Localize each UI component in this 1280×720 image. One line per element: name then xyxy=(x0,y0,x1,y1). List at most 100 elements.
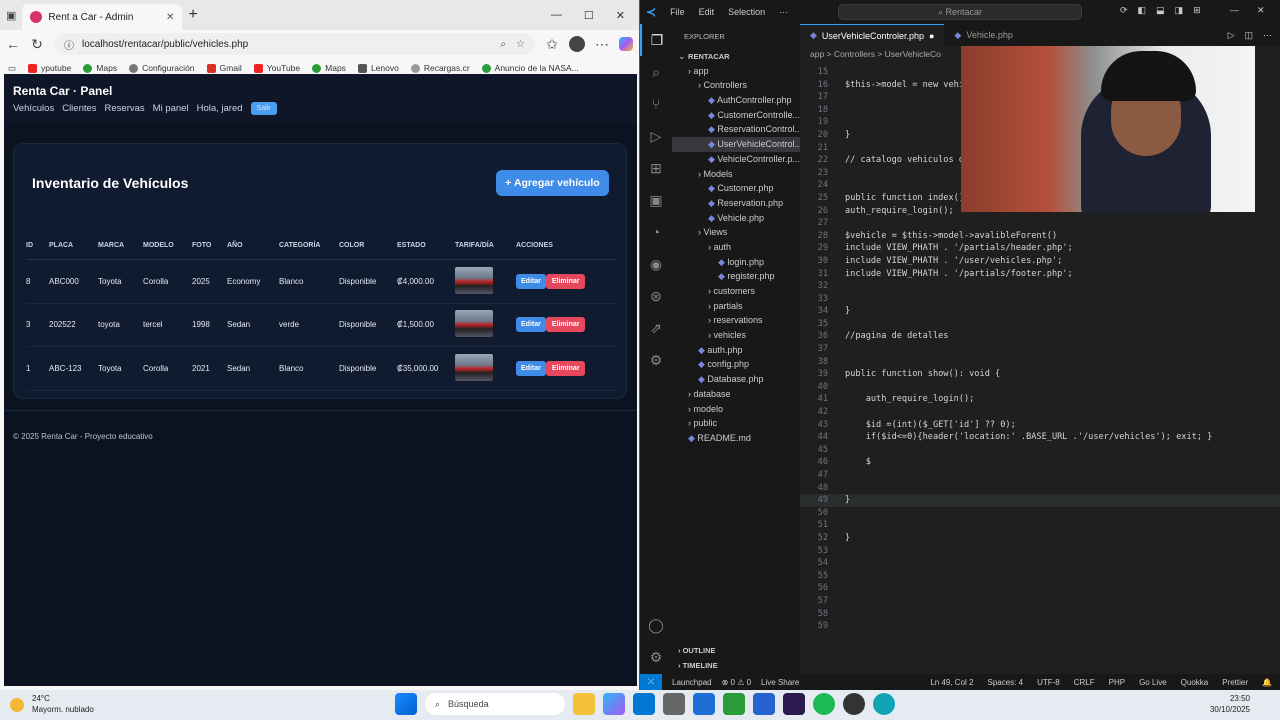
notifications-icon[interactable]: 🔔 xyxy=(1262,678,1272,687)
outline-section[interactable]: › OUTLINE xyxy=(672,644,800,659)
code-line[interactable]: 48 xyxy=(800,482,1280,495)
settings-gear-icon[interactable]: ⚙ xyxy=(640,641,672,673)
status-prettier[interactable]: Prettier xyxy=(1222,678,1248,687)
tree-folder[interactable]: ⌄ RENTACAR xyxy=(672,49,800,64)
nav-my-panel[interactable]: Mi panel xyxy=(153,103,189,114)
run-debug-icon[interactable]: ▷ xyxy=(640,120,672,152)
minimize-icon[interactable]: — xyxy=(551,9,562,22)
search-icon[interactable]: ⌕ xyxy=(640,56,672,88)
bookmark[interactable]: Maps xyxy=(312,63,346,73)
tree-file[interactable]: ◆ ReservationControl... xyxy=(672,122,800,137)
address-bar[interactable]: ⓘ localhost/rentacar/public/vehicles.php… xyxy=(54,33,535,55)
close-window-icon[interactable]: ✕ xyxy=(616,9,625,22)
tree-folder[interactable]: › modelo xyxy=(672,402,800,417)
tree-folder[interactable]: › auth xyxy=(672,240,800,255)
source-control-icon[interactable]: ⑂ xyxy=(640,88,672,120)
back-icon[interactable]: ← xyxy=(6,36,20,52)
nav-vehicles[interactable]: Vehículos xyxy=(13,103,54,114)
status-problems[interactable]: ⊗ 0 ⚠ 0 xyxy=(722,678,751,687)
menu-edit[interactable]: Edit xyxy=(699,7,715,17)
code-line[interactable]: 57 xyxy=(800,595,1280,608)
customize-layout-icon[interactable]: ⊞ xyxy=(1193,5,1201,16)
code-line[interactable]: 45 xyxy=(800,444,1280,457)
code-line[interactable]: 54 xyxy=(800,557,1280,570)
toggle-secondary-icon[interactable]: ◨ xyxy=(1175,5,1184,16)
bookmark[interactable]: yputube xyxy=(28,63,71,73)
tree-file[interactable]: ◆ Database.php xyxy=(672,372,800,387)
menu-file[interactable]: File xyxy=(670,7,685,17)
code-line[interactable]: 47 xyxy=(800,469,1280,482)
code-line[interactable]: 38 xyxy=(800,356,1280,369)
bookmark[interactable]: Lenovo xyxy=(357,63,399,73)
menu-more[interactable]: ··· xyxy=(779,7,788,17)
code-line[interactable]: 35 xyxy=(800,318,1280,331)
minimize-icon[interactable]: — xyxy=(1230,5,1239,16)
status-position[interactable]: Ln 49, Col 2 xyxy=(930,678,973,687)
status-launchpad[interactable]: Launchpad xyxy=(672,678,712,687)
premiere-icon[interactable] xyxy=(783,693,805,715)
tree-folder[interactable]: › customers xyxy=(672,284,800,299)
code-line[interactable]: 52} xyxy=(800,532,1280,545)
github-icon[interactable]: ◔ xyxy=(640,216,672,248)
edit-button[interactable]: Editar xyxy=(516,273,546,289)
start-button-icon[interactable] xyxy=(395,693,417,715)
tree-folder[interactable]: › reservations xyxy=(672,313,800,328)
code-line[interactable]: 55 xyxy=(800,570,1280,583)
app-icon[interactable] xyxy=(663,693,685,715)
tree-folder[interactable]: › app xyxy=(672,64,800,79)
tree-file[interactable]: ◆ Reservation.php xyxy=(672,196,800,211)
tree-file[interactable]: ◆ README.md xyxy=(672,431,800,446)
tree-file[interactable]: ◆ config.php xyxy=(672,357,800,372)
tree-folder[interactable]: › Models xyxy=(672,167,800,182)
tree-file[interactable]: ◆ auth.php xyxy=(672,343,800,358)
code-line[interactable]: 50 xyxy=(800,507,1280,520)
extension-view-icon[interactable]: ⚙ xyxy=(640,344,672,376)
code-line[interactable]: 30 include VIEW_PHATH . '/user/vehicles.p… xyxy=(800,255,1280,268)
code-line[interactable]: 49} xyxy=(800,494,1280,507)
share-icon[interactable]: ⇗ xyxy=(640,312,672,344)
status-language[interactable]: PHP xyxy=(1109,678,1125,687)
code-line[interactable]: 41 auth_require_login(); xyxy=(800,393,1280,406)
status-golive[interactable]: Go Live xyxy=(1139,678,1167,687)
copilot-icon[interactable] xyxy=(603,693,625,715)
tab-actions-icon[interactable]: ▣ xyxy=(6,9,16,22)
code-line[interactable]: 34} xyxy=(800,305,1280,318)
code-line[interactable]: 40 xyxy=(800,381,1280,394)
editor-tab[interactable]: ◆ Vehicle.php xyxy=(944,24,1022,46)
bookmark[interactable]: Recargas.cr xyxy=(410,63,470,73)
edge-icon[interactable] xyxy=(873,693,895,715)
remote-explorer-icon[interactable]: ▣ xyxy=(640,184,672,216)
browser-tab[interactable]: Rent a Car - Admin ✕ xyxy=(22,4,183,30)
extensions-icon[interactable]: ⊞ xyxy=(640,152,672,184)
bookmark-folder-icon[interactable]: ▭ xyxy=(8,63,16,74)
toggle-panel-icon[interactable]: ⬓ xyxy=(1156,5,1165,16)
tree-folder[interactable]: › public xyxy=(672,416,800,431)
timeline-section[interactable]: › TIMELINE xyxy=(672,659,800,674)
nav-reservations[interactable]: Reservas xyxy=(105,103,145,114)
run-icon[interactable]: ▷ xyxy=(1228,30,1235,41)
browser-icon[interactable]: ⊛ xyxy=(640,280,672,312)
chrome-icon[interactable] xyxy=(843,693,865,715)
todo-icon[interactable] xyxy=(753,693,775,715)
tree-folder[interactable]: › database xyxy=(672,387,800,402)
accounts-icon[interactable]: ◯ xyxy=(640,609,672,641)
tree-file[interactable]: ◆ Customer.php xyxy=(672,181,800,196)
editor-tab-active[interactable]: ◆ UserVehicleControler.php ● xyxy=(800,24,945,46)
copilot-icon[interactable]: ⟳ xyxy=(1120,5,1128,16)
url-text[interactable]: localhost/rentacar/public/vehicles.php xyxy=(82,39,248,50)
tree-file[interactable]: ◆ login.php xyxy=(672,255,800,270)
zoom-icon[interactable]: ⌕ xyxy=(500,39,506,50)
tree-folder[interactable]: › Controllers xyxy=(672,78,800,93)
tree-folder[interactable]: › partials xyxy=(672,299,800,314)
close-window-icon[interactable]: ✕ xyxy=(1257,5,1265,16)
code-line[interactable]: 46 $ xyxy=(800,456,1280,469)
status-spaces[interactable]: Spaces: 4 xyxy=(987,678,1023,687)
code-line[interactable]: 59 xyxy=(800,620,1280,633)
bookmark[interactable]: YouTube xyxy=(253,63,300,73)
bookmark[interactable]: Maps xyxy=(83,63,117,73)
more-icon[interactable]: ⋯ xyxy=(595,36,609,53)
spotify-icon[interactable] xyxy=(813,693,835,715)
file-explorer-icon[interactable] xyxy=(573,693,595,715)
tree-folder[interactable]: › vehicles xyxy=(672,328,800,343)
code-line[interactable]: 28 $vehicle = $this->model->avalibleForen… xyxy=(800,230,1280,243)
